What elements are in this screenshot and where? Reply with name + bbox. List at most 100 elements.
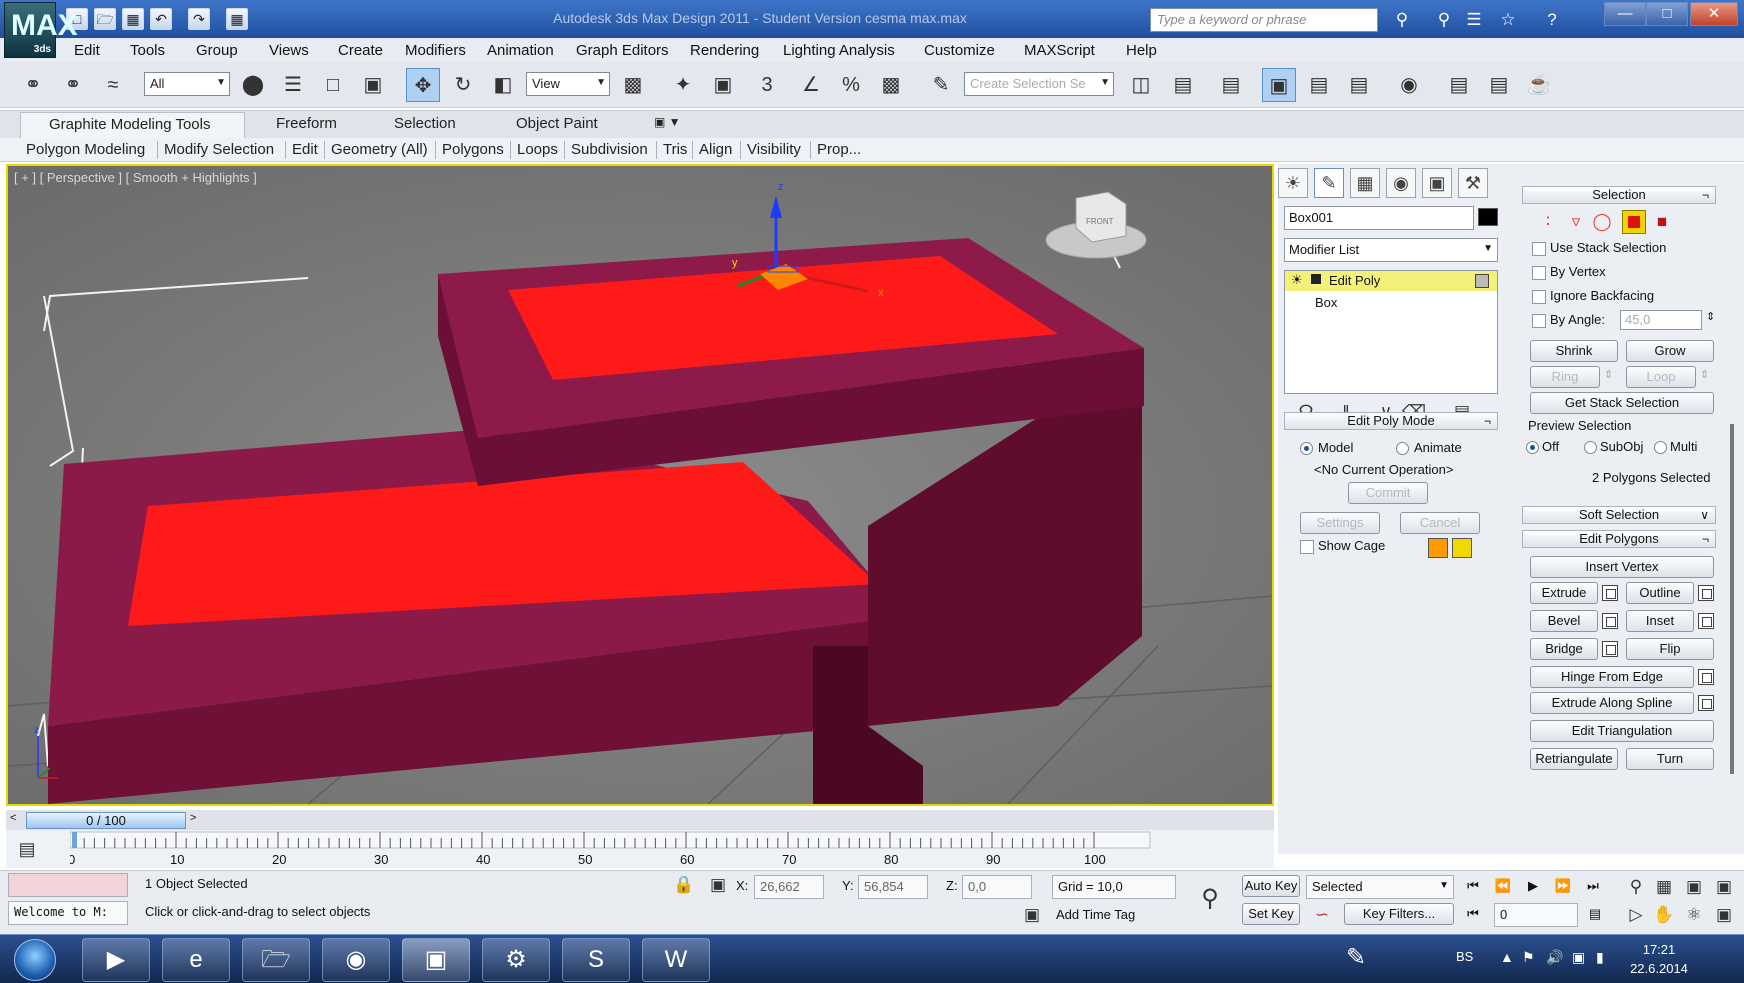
- z-coordinate-field[interactable]: 0,0: [962, 875, 1032, 899]
- create-tab-icon[interactable]: ☀: [1278, 168, 1308, 198]
- extrude-along-spline-settings-icon[interactable]: [1698, 695, 1714, 711]
- hinge-settings-icon[interactable]: [1698, 669, 1714, 685]
- angle-snap-icon[interactable]: ∠: [794, 68, 828, 102]
- edge-subobject-icon[interactable]: ▿: [1564, 210, 1588, 234]
- hierarchy-tab-icon[interactable]: ▦: [1350, 168, 1380, 198]
- command-panel-scrollbar[interactable]: [1730, 424, 1734, 774]
- menu-edit[interactable]: Edit: [74, 42, 100, 59]
- window-crossing-icon[interactable]: ▣: [356, 68, 390, 102]
- skype-icon[interactable]: S: [562, 938, 630, 982]
- extrude-button[interactable]: Extrude: [1530, 582, 1598, 604]
- element-subobject-icon[interactable]: ■: [1650, 210, 1674, 234]
- binoculars-icon[interactable]: ⚲: [1390, 8, 1414, 32]
- tab-freeform[interactable]: Freeform: [276, 115, 337, 132]
- menu-customize[interactable]: Customize: [924, 42, 995, 59]
- select-and-scale-icon[interactable]: ◧: [486, 68, 520, 102]
- tab-selection[interactable]: Selection: [394, 115, 456, 132]
- lightbulb-icon[interactable]: ☀: [1291, 272, 1303, 288]
- key-icon[interactable]: ⚲: [1432, 8, 1456, 32]
- prev-frame-arrow[interactable]: <: [10, 812, 16, 824]
- play-icon[interactable]: ▶: [1522, 875, 1544, 897]
- add-time-tag-icon[interactable]: ▣: [1020, 903, 1044, 927]
- settings-app-icon[interactable]: ⚙: [482, 938, 550, 982]
- bridge-settings-icon[interactable]: [1602, 641, 1618, 657]
- save-file-icon[interactable]: ▦: [122, 8, 144, 30]
- extrude-along-spline-button[interactable]: Extrude Along Spline: [1530, 692, 1694, 714]
- named-selection-sets-dropdown[interactable]: Create Selection Se ▼: [964, 72, 1114, 96]
- preview-subobj-radio[interactable]: [1584, 441, 1597, 454]
- snap-toggle-icon[interactable]: 3: [750, 68, 784, 102]
- select-manipulate-icon[interactable]: ✦: [666, 68, 700, 102]
- internet-explorer-icon[interactable]: e: [162, 938, 230, 982]
- render-setup-icon[interactable]: ▤: [1442, 68, 1476, 102]
- edit-named-selection-icon[interactable]: ✎: [924, 68, 958, 102]
- cage-color-swatch[interactable]: [1428, 538, 1448, 558]
- panel-align[interactable]: Align: [699, 141, 732, 158]
- input-language-indicator[interactable]: BS: [1456, 949, 1473, 964]
- menu-help[interactable]: Help: [1126, 42, 1157, 59]
- preview-multi-radio[interactable]: [1654, 441, 1667, 454]
- maximize-viewport-icon[interactable]: ▣: [1712, 903, 1736, 927]
- next-frame-icon[interactable]: ⏩: [1552, 875, 1574, 897]
- panel-geometry-all[interactable]: Geometry (All): [331, 141, 428, 158]
- favorites-star-icon[interactable]: ☆: [1496, 8, 1520, 32]
- pan-view-icon[interactable]: ✋: [1652, 903, 1676, 927]
- modify-tab-icon[interactable]: ✎: [1314, 168, 1344, 198]
- panel-visibility[interactable]: Visibility: [747, 141, 801, 158]
- search-input[interactable]: Type a keyword or phrase: [1150, 8, 1378, 32]
- orbit-icon[interactable]: ⚛: [1682, 903, 1706, 927]
- menu-modifiers[interactable]: Modifiers: [405, 42, 466, 59]
- zoom-extents-icon[interactable]: ▣: [1682, 875, 1706, 899]
- redo-icon[interactable]: ↷: [188, 8, 210, 30]
- volume-icon[interactable]: 🔊: [1546, 949, 1563, 966]
- perspective-viewport[interactable]: z y x FRONT z [ + ] [ Perspective ] [ Sm…: [6, 164, 1274, 806]
- communication-icon[interactable]: ☰: [1462, 8, 1486, 32]
- selection-filter-dropdown[interactable]: All ▼: [144, 72, 230, 96]
- bevel-button[interactable]: Bevel: [1530, 610, 1598, 632]
- inset-button[interactable]: Inset: [1626, 610, 1694, 632]
- open-file-icon[interactable]: 🗁: [94, 8, 116, 30]
- bind-space-warp-icon[interactable]: ≈: [96, 68, 130, 102]
- border-subobject-icon[interactable]: ◯: [1590, 210, 1614, 234]
- ring-spinner-icon[interactable]: ⇕: [1604, 368, 1613, 381]
- animate-radio[interactable]: [1396, 442, 1409, 455]
- turn-button[interactable]: Turn: [1626, 748, 1714, 770]
- motion-tab-icon[interactable]: ◉: [1386, 168, 1416, 198]
- cage-selected-color-swatch[interactable]: [1452, 538, 1472, 558]
- menu-tools[interactable]: Tools: [130, 42, 165, 59]
- menu-group[interactable]: Group: [196, 42, 238, 59]
- cancel-button[interactable]: Cancel: [1400, 512, 1480, 534]
- go-to-end-icon[interactable]: ⏭: [1582, 875, 1604, 897]
- close-button[interactable]: ✕: [1690, 2, 1738, 26]
- panel-polygon-modeling[interactable]: Polygon Modeling: [26, 141, 145, 158]
- add-time-tag-label[interactable]: Add Time Tag: [1056, 907, 1135, 922]
- application-button[interactable]: MAX 3ds: [4, 2, 78, 58]
- 3ds-max-taskbar-icon[interactable]: ▣: [402, 938, 470, 982]
- insert-vertex-button[interactable]: Insert Vertex: [1530, 556, 1714, 578]
- inset-settings-icon[interactable]: [1698, 613, 1714, 629]
- set-key-button[interactable]: Set Key: [1242, 903, 1300, 925]
- time-configuration-icon[interactable]: ▤: [1584, 903, 1606, 925]
- polygon-subobject-button[interactable]: [1622, 210, 1646, 234]
- bevel-settings-icon[interactable]: [1602, 613, 1618, 629]
- modifier-list-dropdown[interactable]: Modifier List ▼: [1284, 238, 1498, 262]
- help-icon[interactable]: ?: [1540, 8, 1564, 32]
- y-coordinate-field[interactable]: 56,854: [858, 875, 928, 899]
- model-radio[interactable]: [1300, 442, 1313, 455]
- viewport-label-menu[interactable]: [ + ] [ Perspective ] [ Smooth + Highlig…: [14, 170, 257, 185]
- select-and-rotate-icon[interactable]: ↻: [446, 68, 480, 102]
- key-filters-button[interactable]: Key Filters...: [1344, 903, 1454, 925]
- panel-modify-selection[interactable]: Modify Selection: [164, 141, 274, 158]
- edit-polygons-rollout-header[interactable]: Edit Polygons ¬: [1522, 530, 1716, 548]
- bridge-button[interactable]: Bridge: [1530, 638, 1598, 660]
- schematic-view-icon[interactable]: ▤: [1342, 68, 1376, 102]
- outline-button[interactable]: Outline: [1626, 582, 1694, 604]
- menu-animation[interactable]: Animation: [487, 42, 554, 59]
- system-clock[interactable]: 17:21 22.6.2014: [1614, 940, 1704, 978]
- network-icon[interactable]: ▣: [1572, 949, 1585, 966]
- auto-key-button[interactable]: Auto Key: [1242, 875, 1300, 897]
- rendered-frame-window-icon[interactable]: ▤: [1482, 68, 1516, 102]
- tablet-input-icon[interactable]: ✎: [1346, 943, 1366, 972]
- previous-frame-icon[interactable]: ⏪: [1492, 875, 1514, 897]
- menu-graph-editors[interactable]: Graph Editors: [576, 42, 669, 59]
